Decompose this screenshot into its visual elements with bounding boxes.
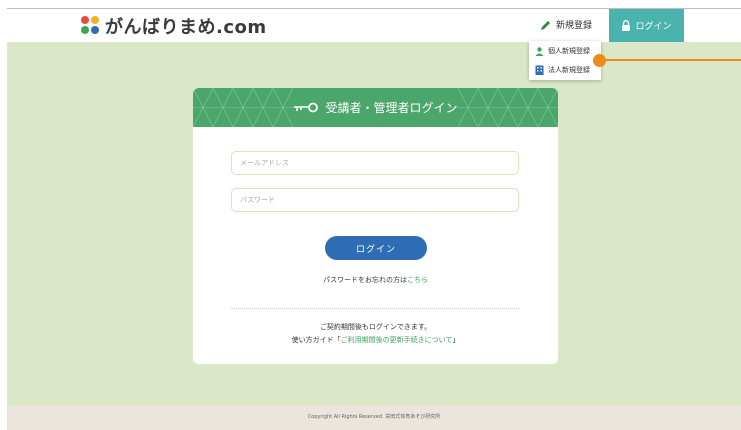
dropdown-item-corporate[interactable]: 法人新規登録 [535, 63, 590, 77]
register-dropdown: 個人新規登録 法人新規登録 [529, 41, 601, 80]
logo-text: がんばりまめ.com [105, 17, 267, 38]
password-placeholder: パスワード [240, 196, 275, 204]
login-nav-button[interactable]: ログイン [609, 9, 684, 42]
dropdown-item-label: 法人新規登録 [548, 66, 590, 74]
dropdown-item-individual[interactable]: 個人新規登録 [535, 44, 590, 58]
register-menu[interactable]: 新規登録 [540, 18, 592, 31]
lock-icon [622, 20, 631, 31]
renewal-guide-link[interactable]: ご利用期間後の更新手続きについて [341, 336, 453, 344]
card-header: 受講者・管理者ログイン [193, 88, 558, 127]
site-footer: Copyright All Rights Reserved. 栄田式体育あそび研… [7, 405, 741, 430]
copyright-text: Copyright All Rights Reserved. 栄田式体育あそび研… [307, 414, 441, 420]
contract-note: ご契約期間後もログインできます。 [319, 323, 432, 331]
email-placeholder: メールアドレス [240, 159, 289, 167]
site-header: がんばりまめ.com 新規登録 ログイン [7, 9, 741, 42]
site-logo[interactable]: がんばりまめ.com [81, 14, 267, 38]
person-icon [535, 46, 544, 56]
header-pattern-right [448, 88, 558, 127]
email-field[interactable]: メールアドレス [231, 151, 519, 175]
header-pattern-left [193, 88, 303, 127]
forgot-password: パスワードをお忘れの方はこちら [323, 276, 428, 284]
divider [231, 308, 519, 309]
logo-icon [81, 16, 101, 36]
login-button[interactable]: ログイン [325, 236, 427, 260]
guide-note: 使い方ガイド「ご利用期間後の更新手続きについて」 [291, 336, 460, 344]
dropdown-item-label: 個人新規登録 [548, 47, 590, 55]
callout-line [605, 59, 741, 61]
password-field[interactable]: パスワード [231, 188, 519, 212]
building-icon [535, 65, 544, 75]
pencil-icon [541, 20, 550, 30]
card-title: 受講者・管理者ログイン [325, 101, 458, 115]
login-card: 受講者・管理者ログイン メールアドレス パスワード ログイン パスワードをお忘れ… [193, 88, 558, 364]
login-nav-label: ログイン [635, 22, 672, 32]
register-label: 新規登録 [556, 21, 593, 31]
forgot-password-link[interactable]: こちら [407, 276, 428, 284]
key-icon [294, 102, 319, 112]
